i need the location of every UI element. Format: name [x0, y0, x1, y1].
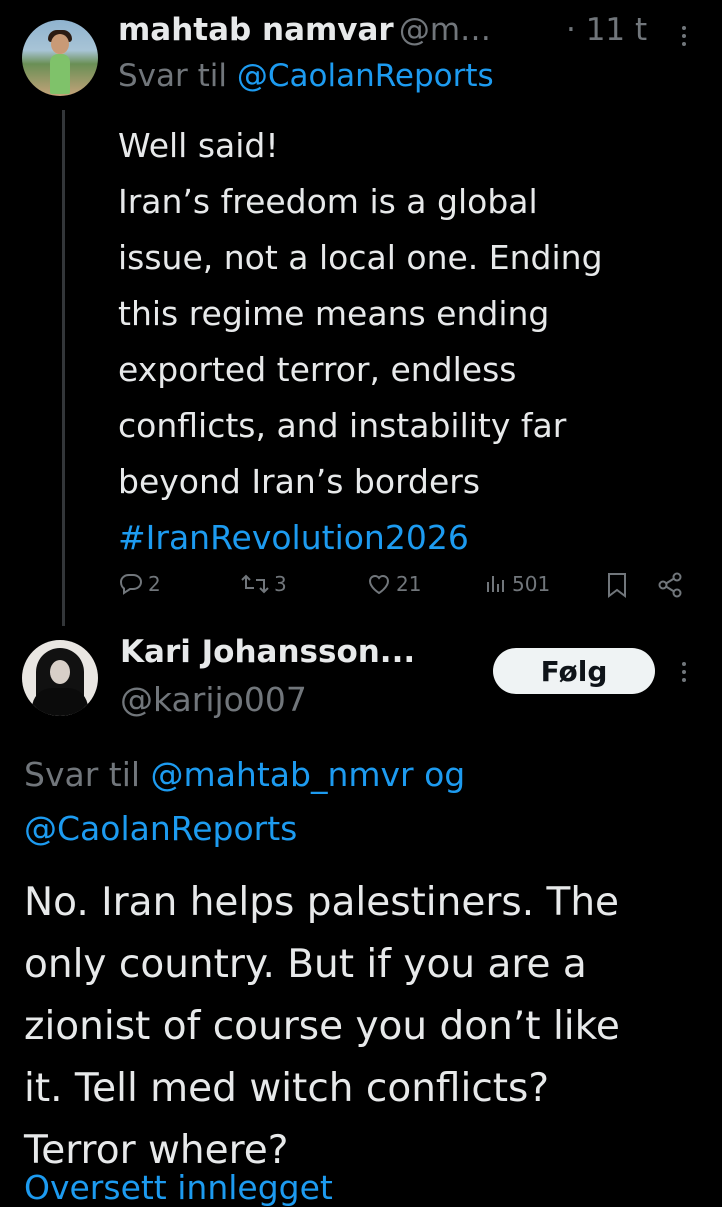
tweet-line: Well said!: [118, 126, 279, 165]
like-button[interactable]: 21: [366, 572, 421, 596]
tweet1-action-bar: 2 3 21 501: [0, 566, 722, 606]
follow-button[interactable]: Følg: [493, 648, 655, 694]
reply-mention[interactable]: @mahtab_nmvr: [151, 755, 414, 794]
avatar-mahtab[interactable]: [22, 20, 98, 96]
reply-count: 2: [148, 572, 161, 596]
reply-icon: [118, 572, 144, 596]
reply-mention[interactable]: @CaolanReports: [24, 809, 297, 848]
views-chart-icon: [484, 572, 508, 596]
timestamp[interactable]: · 11 t: [566, 12, 647, 48]
tweet1-body: Well said! Iran’s freedom is a global is…: [118, 118, 698, 566]
hashtag-link[interactable]: #IranRevolution2026: [118, 510, 698, 566]
reply-and: og: [424, 755, 466, 794]
thread-connector-line: [62, 110, 65, 626]
heart-icon: [366, 572, 392, 596]
share-button[interactable]: [656, 572, 684, 598]
bookmark-button[interactable]: [606, 572, 628, 598]
author-name[interactable]: Kari Johansson...: [120, 634, 415, 670]
bookmark-icon: [606, 572, 628, 598]
like-count: 21: [396, 572, 422, 596]
retweet-count: 3: [274, 572, 287, 596]
tweet-line: Iran’s freedom is a global: [118, 182, 538, 221]
author-name[interactable]: mahtab namvar: [118, 12, 394, 48]
reply-prefix: Svar til: [24, 755, 141, 794]
avatar-kari[interactable]: [22, 640, 98, 716]
tweet-line: No. Iran helps palestiners. The: [24, 880, 620, 925]
reply-button[interactable]: 2: [118, 572, 161, 596]
tweet2-body: No. Iran helps palestiners. The only cou…: [24, 872, 704, 1182]
tweet-line: zionist of course you don’t like: [24, 1004, 620, 1049]
tweet-line: exported terror, endless: [118, 350, 517, 389]
more-options-icon[interactable]: [682, 26, 686, 46]
more-options-icon[interactable]: [682, 662, 686, 682]
share-icon: [656, 572, 684, 598]
reply-mention[interactable]: @CaolanReports: [237, 58, 494, 94]
tweet-line: issue, not a local one. Ending: [118, 238, 603, 277]
reply-prefix: Svar til: [118, 58, 227, 94]
views-count: 501: [512, 572, 551, 596]
tweet-line: conflicts, and instability far: [118, 406, 567, 445]
tweet-line: this regime means ending: [118, 294, 550, 333]
views-button[interactable]: 501: [484, 572, 550, 596]
author-handle[interactable]: @karijo007: [120, 680, 307, 719]
author-handle[interactable]: @m…: [399, 12, 491, 48]
reply-context: Svar til @mahtab_nmvr og: [24, 748, 465, 802]
reply-context: Svar til @CaolanReports: [118, 58, 494, 94]
tweet-line: beyond Iran’s borders: [118, 462, 481, 501]
reply-context-line2: @CaolanReports: [24, 802, 297, 856]
tweet-line: it. Tell med witch conflicts?: [24, 1066, 550, 1111]
retweet-icon: [240, 572, 270, 596]
tweet-line: only country. But if you are a: [24, 942, 587, 987]
retweet-button[interactable]: 3: [240, 572, 287, 596]
translate-link[interactable]: Oversett innlegget: [24, 1168, 333, 1207]
tweet1-header: mahtab namvar @m…: [118, 12, 491, 48]
